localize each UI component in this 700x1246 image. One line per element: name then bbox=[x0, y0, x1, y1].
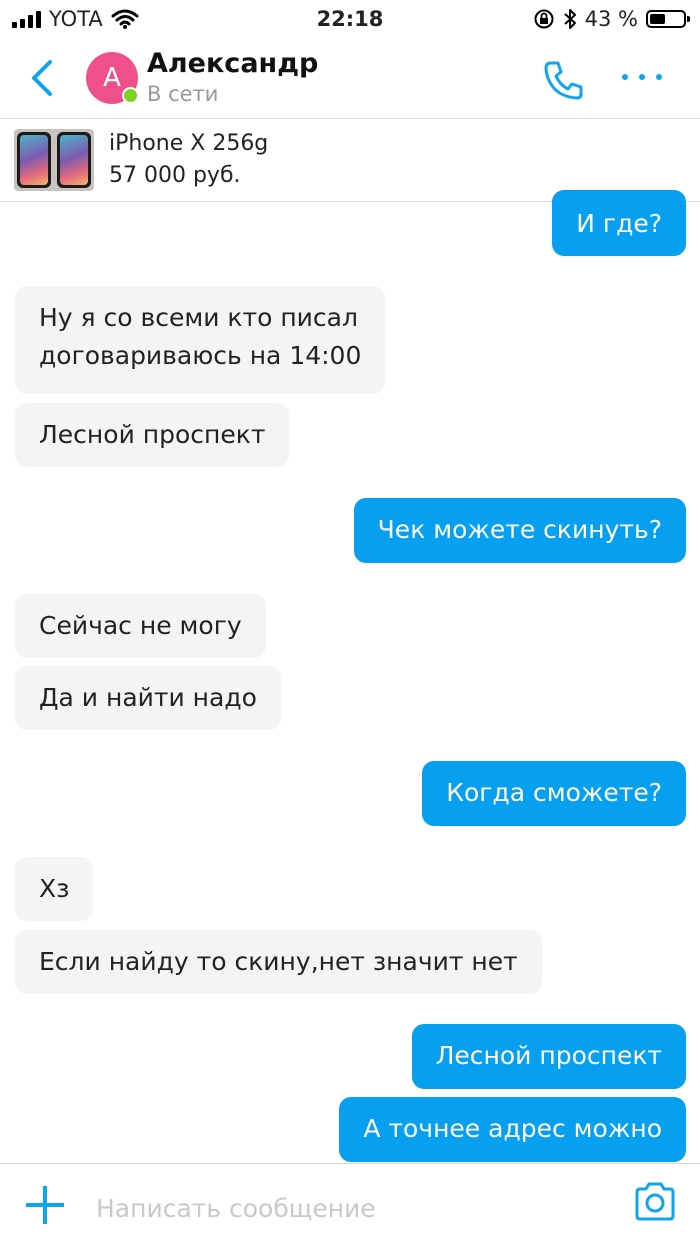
rotation-lock-icon bbox=[534, 9, 554, 29]
message-incoming[interactable]: Да и найти надо bbox=[15, 666, 281, 730]
chat-header: А Александр В сети bbox=[0, 40, 700, 119]
message-outgoing[interactable]: А точнее адрес можно bbox=[339, 1097, 686, 1162]
message-incoming[interactable]: Лесной проспект bbox=[15, 403, 290, 467]
back-arrow-icon[interactable] bbox=[22, 56, 62, 100]
message-composer bbox=[0, 1163, 700, 1246]
message-incoming[interactable]: Если найду то скину,нет значит нет bbox=[15, 930, 542, 994]
message-text: Чек можете скинуть? bbox=[377, 515, 662, 544]
message-text-line: Ну я со всеми кто писал bbox=[39, 303, 358, 332]
message-text: Когда сможете? bbox=[446, 778, 662, 807]
message-incoming[interactable]: Ну я со всеми кто писал договариваюсь на… bbox=[15, 286, 386, 394]
product-title: iPhone X 256g bbox=[109, 131, 269, 156]
message-text: И где? bbox=[576, 209, 662, 238]
phone-front-image bbox=[57, 132, 91, 188]
contact-name[interactable]: Александр bbox=[147, 48, 318, 79]
message-outgoing[interactable]: Лесной проспект bbox=[411, 1024, 686, 1089]
message-outgoing[interactable]: Когда сможете? bbox=[422, 761, 686, 826]
online-indicator bbox=[122, 87, 139, 104]
message-outgoing[interactable]: Чек можете скинуть? bbox=[353, 498, 686, 563]
avatar[interactable]: А bbox=[86, 52, 139, 104]
message-text-line: договариваюсь на 14:00 bbox=[39, 341, 362, 370]
message-text: Лесной проспект bbox=[39, 420, 266, 449]
message-incoming[interactable]: Хз bbox=[15, 857, 94, 921]
avatar-letter: А bbox=[103, 63, 121, 93]
battery-percent: 43 % bbox=[584, 7, 638, 31]
message-text: Если найду то скину,нет значит нет bbox=[39, 947, 518, 976]
message-text: Лесной проспект bbox=[435, 1041, 662, 1070]
product-price: 57 000 руб. bbox=[109, 163, 241, 188]
message-incoming[interactable]: Сейчас не могу bbox=[15, 594, 266, 658]
status-bar: YOTA 22:18 43 % bbox=[0, 0, 700, 40]
add-attachment-icon[interactable] bbox=[26, 1186, 64, 1224]
message-text: Хз bbox=[39, 874, 70, 903]
message-input[interactable] bbox=[96, 1188, 616, 1228]
presence-status: В сети bbox=[147, 82, 219, 106]
message-text: Да и найти надо bbox=[39, 683, 257, 712]
bluetooth-icon bbox=[563, 9, 576, 29]
more-options-icon[interactable] bbox=[622, 74, 662, 80]
phone-front-image bbox=[17, 132, 51, 188]
message-outgoing[interactable]: И где? bbox=[552, 190, 686, 256]
battery-icon bbox=[646, 10, 690, 28]
product-thumbnail[interactable] bbox=[14, 129, 94, 191]
phone-icon[interactable] bbox=[542, 58, 586, 102]
status-right: 43 % bbox=[533, 7, 690, 31]
camera-icon[interactable] bbox=[633, 1182, 677, 1222]
message-text: Сейчас не могу bbox=[39, 611, 242, 640]
message-text: А точнее адрес можно bbox=[363, 1114, 662, 1143]
